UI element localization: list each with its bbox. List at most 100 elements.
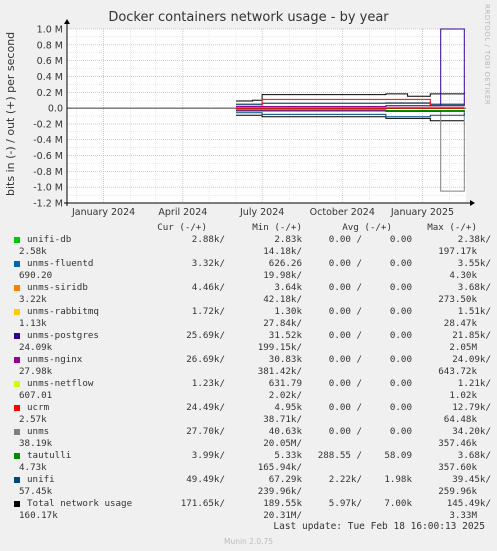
legend-avg-in: 0.00 (389, 402, 412, 413)
legend-cur-out: 1.23k/ (191, 378, 225, 389)
legend-avg-in: 0.00 (389, 426, 412, 437)
legend-swatch (14, 357, 20, 363)
legend-avg-out: 0.00 / (328, 234, 362, 245)
legend-series-name: tautulli (27, 450, 72, 461)
x-tick-label: July 2024 (239, 207, 284, 218)
legend-max-in: 4.30k (449, 270, 477, 281)
y-tick-label: 0.8 M (37, 40, 63, 51)
legend-min-out: 2.83k (274, 234, 302, 245)
legend-row-in: 2.57k 38.71k/64.48k (0, 414, 497, 426)
legend-cur-in: 607.01 (19, 390, 53, 401)
legend-swatch (14, 333, 20, 339)
y-tick-label: 0.2 M (37, 88, 63, 99)
legend-row-in: 3.22k 42.18k/273.50k (0, 294, 497, 306)
legend-series-name: unms-nginx (27, 354, 83, 365)
legend-cur-in: 2.57k (19, 414, 47, 425)
legend-cur-out: 27.70k/ (186, 426, 225, 437)
legend-avg-out: 5.97k/ (328, 498, 362, 509)
legend-max-out: 3.55k/ (457, 258, 491, 269)
legend-avg-out: 0.00 / (328, 426, 362, 437)
legend-cur-in: 4.73k (19, 462, 47, 473)
legend-avg-out: 0.00 / (328, 258, 362, 269)
legend-avg-out: 288.55 / (317, 450, 362, 461)
legend-max-in: 643.72k (438, 366, 477, 377)
legend-cur-in: 160.17k (19, 510, 58, 521)
legend-cur-out: 1.72k/ (191, 306, 225, 317)
legend-swatch (14, 429, 20, 435)
legend-row-in: 690.20 19.98k/4.30k (0, 270, 497, 282)
legend-avg-out: 0.00 / (328, 402, 362, 413)
legend-avg-in: 58.09 (384, 450, 412, 461)
legend-swatch (14, 381, 20, 387)
legend-swatch (14, 309, 20, 315)
legend-swatch (14, 405, 20, 411)
legend-min-out: 40.63k (268, 426, 302, 437)
legend-row-in: 57.45k 239.96k/259.96k (0, 486, 497, 498)
legend-avg-in: 0.00 (389, 258, 412, 269)
legend-max-out: 145.49k/ (446, 498, 491, 509)
legend-swatch (14, 453, 20, 459)
y-tick-label: 0.4 M (37, 72, 63, 83)
legend-series-name: unms-rabbitmq (27, 306, 99, 317)
legend-min-in: 27.84k/ (263, 318, 302, 329)
legend-max-in: 273.50k (438, 294, 477, 305)
y-tick-label: -1.0 M (33, 183, 63, 194)
legend-cur-out: 26.69k/ (186, 354, 225, 365)
legend-max-out: 21.85k/ (452, 330, 491, 341)
legend-min-out: 1.30k (274, 306, 302, 317)
legend-avg-in: 0.00 (389, 306, 412, 317)
legend-cur-in: 38.19k (19, 438, 53, 449)
legend-swatch (14, 501, 20, 507)
legend-avg-out: 0.00 / (328, 282, 362, 293)
legend-row: unms-siridb 4.46k/3.64k 0.00 / 0.00 3.68k/ (0, 282, 497, 294)
legend-min-in: 2.02k/ (268, 390, 302, 401)
legend-max-out: 3.68k/ (457, 450, 491, 461)
y-tick-label: -0.4 M (33, 135, 63, 146)
legend-max-in: 1.02k (449, 390, 477, 401)
legend-avg-out: 0.00 / (328, 330, 362, 341)
legend-avg-out: 2.22k/ (328, 474, 362, 485)
legend-series-name: unms-siridb (27, 282, 88, 293)
legend-max-in: 357.46k (438, 438, 477, 449)
legend-row-in: 27.98k 381.42k/643.72k (0, 366, 497, 378)
legend-min-in: 381.42k/ (257, 366, 302, 377)
legend-row: unms-postgres 25.69k/31.52k 0.00 / 0.00 21.8… (0, 330, 497, 342)
legend-avg-in: 7.00k (384, 498, 412, 509)
legend-series-name: unifi (27, 474, 55, 485)
y-tick-label: -0.2 M (33, 119, 63, 130)
legend-min-in: 38.71k/ (263, 414, 302, 425)
x-tick-label: January 2024 (71, 207, 135, 218)
legend-max-out: 39.45k/ (452, 474, 491, 485)
legend-series-name: unms-netflow (27, 378, 94, 389)
y-tick-label: 0.6 M (37, 56, 63, 67)
legend-swatch (14, 285, 20, 291)
legend-min-out: 626.26 (268, 258, 302, 269)
legend-series-name: unms-postgres (27, 330, 99, 341)
legend-row-in: 24.09k 199.15k/2.05M (0, 342, 497, 354)
legend-row-in: 607.01 2.02k/1.02k (0, 390, 497, 402)
legend-cur-out: 25.69k/ (186, 330, 225, 341)
x-tick-label: April 2024 (158, 207, 207, 218)
legend-min-in: 20.05M/ (263, 438, 302, 449)
legend-swatch (14, 477, 20, 483)
legend-avg-out: 0.00 / (328, 378, 362, 389)
legend-avg-in: 0.00 (389, 234, 412, 245)
legend-cur-out: 4.46k/ (191, 282, 225, 293)
legend-swatch (14, 237, 20, 243)
legend-min-in: 19.98k/ (263, 270, 302, 281)
y-tick-label: 1.0 M (37, 25, 63, 36)
header-cur: Cur (-/+) (157, 222, 207, 233)
legend-min-out: 67.29k (268, 474, 302, 485)
legend-row: unifi-db 2.88k/2.83k 0.00 / 0.00 2.38k/ (0, 234, 497, 246)
legend-row: unms 27.70k/40.63k 0.00 / 0.00 34.20k/ (0, 426, 497, 438)
legend-row-in: 1.13k 27.84k/28.47k (0, 318, 497, 330)
legend-min-in: 14.18k/ (263, 246, 302, 257)
legend-cur-out: 2.88k/ (191, 234, 225, 245)
legend-row: tautulli 3.99k/5.33k 288.55 / 58.09 3.68k/ (0, 450, 497, 462)
legend-row: unms-fluentd 3.32k/626.26 0.00 / 0.00 3.55k/ (0, 258, 497, 270)
legend-cur-out: 171.65k/ (180, 498, 225, 509)
legend-row: unms-nginx 26.69k/30.83k 0.00 / 0.00 24.09k/ (0, 354, 497, 366)
x-axis-arrow (470, 200, 475, 206)
legend-row: ucrm 24.49k/4.95k 0.00 / 0.00 12.79k/ (0, 402, 497, 414)
chart-svg: 1.0 M 0.8 M 0.6 M 0.4 M 0.2 M 0.0 -0.2 M -0.4 M… (33, 19, 475, 218)
